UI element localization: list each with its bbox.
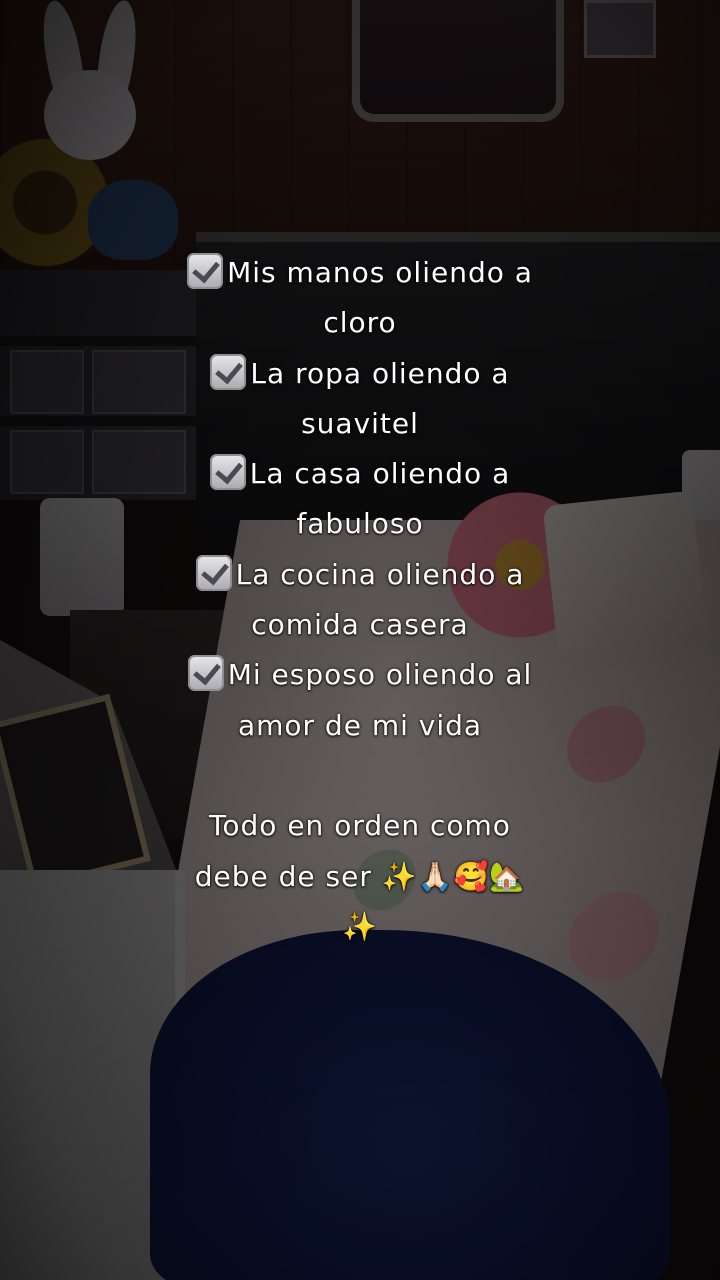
sparkles-pray-smile-house-emojis: ✨🙏🏻🥰🏡 [381, 859, 526, 893]
video-frame: Mis manos oliendo a cloro La ropa oliend… [0, 0, 720, 1280]
caption-item-4-line-2: comida casera [251, 608, 469, 642]
caption-item-3-line-2: fabuloso [296, 507, 424, 541]
check-mark-button-icon [209, 454, 246, 491]
caption-closing-text: debe de ser [194, 859, 372, 893]
caption-item-5-line-2: amor de mi vida [237, 708, 483, 742]
check-mark-button-icon [195, 554, 232, 591]
sparkles-emoji: ✨ [342, 909, 378, 943]
caption-item-5-line-1: Mi esposo oliendo al [150, 650, 570, 700]
check-mark-button-icon [187, 253, 224, 289]
caption-item-1-line-2: cloro [323, 306, 397, 340]
check-mark-button-icon [210, 353, 247, 390]
caption-overlay: Mis manos oliendo a cloro La ropa oliend… [150, 248, 570, 952]
caption-item-text: La casa oliendo a [249, 457, 511, 491]
caption-closing-line-1: Todo en orden como [209, 809, 511, 843]
check-mark-button-icon [187, 655, 224, 692]
caption-item-4-line-1: La cocina oliendo a [150, 550, 570, 600]
caption-item-text: Mis manos oliendo a [227, 256, 533, 289]
caption-item-text: La ropa oliendo a [250, 356, 510, 390]
caption-item-1-line-1: Mis manos oliendo a [150, 248, 570, 298]
caption-item-2-line-2: suavitel [301, 406, 419, 440]
caption-item-text: La cocina oliendo a [235, 557, 525, 591]
caption-item-3-line-1: La casa oliendo a [150, 449, 570, 499]
caption-item-2-line-1: La ropa oliendo a [150, 349, 570, 399]
caption-item-text: Mi esposo oliendo al [227, 658, 533, 692]
caption-closing-line-2: debe de ser ✨🙏🏻🥰🏡 [150, 852, 570, 902]
